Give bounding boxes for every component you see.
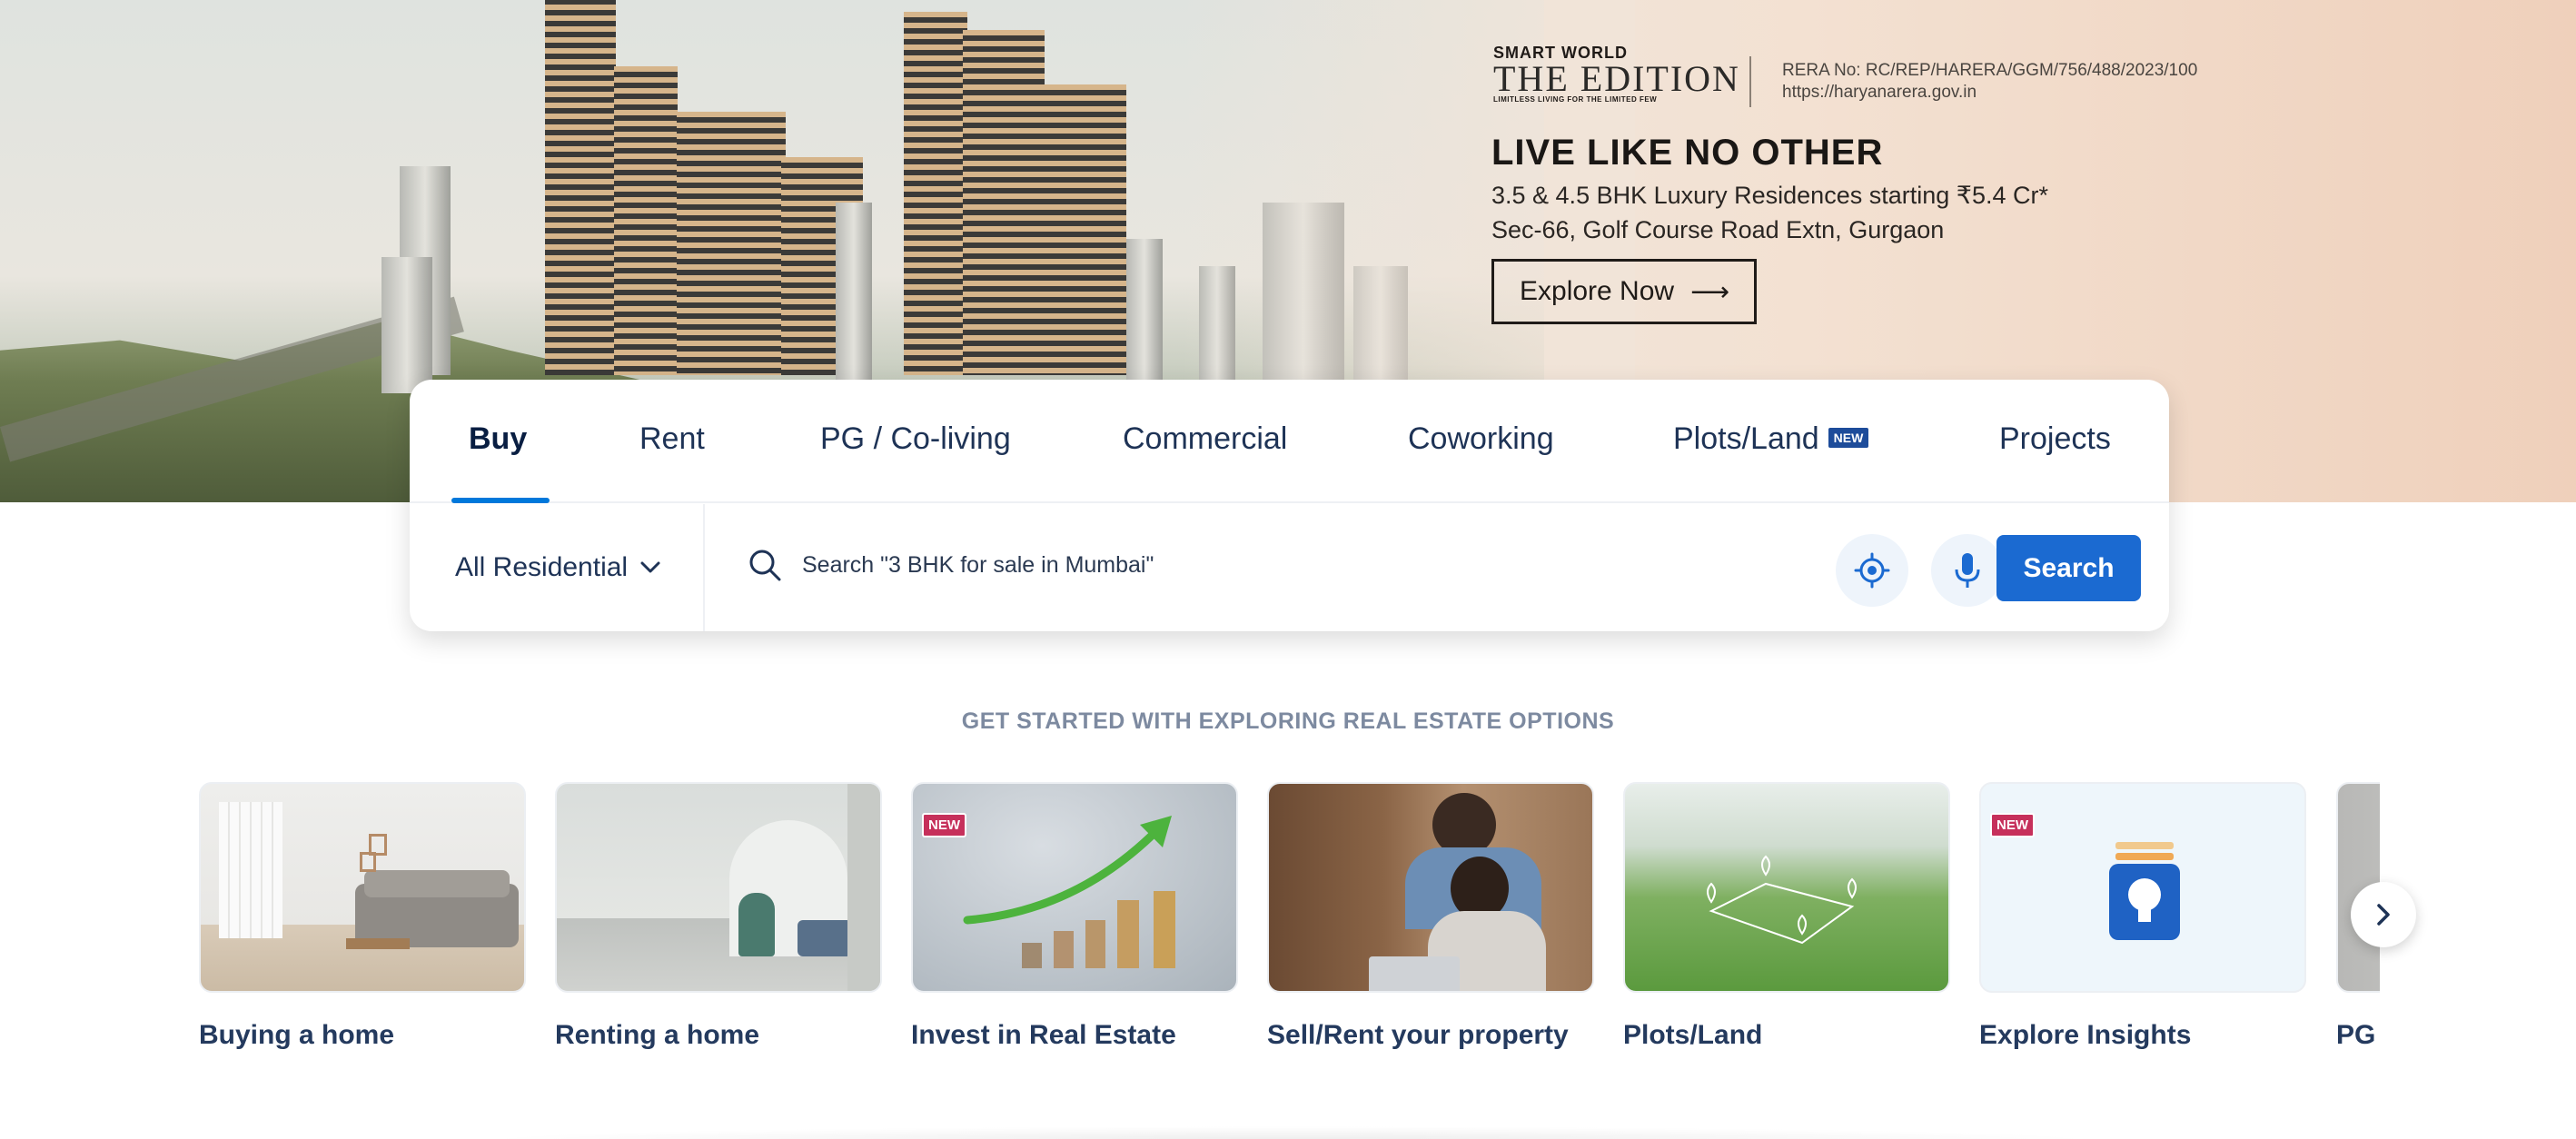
banner-location: Sec-66, Golf Course Road Extn, Gurgaon (1491, 216, 1945, 243)
farmland-image (1623, 782, 1950, 993)
card-explore-insights[interactable]: NEW Explore Insights (1979, 782, 2306, 1051)
property-type-dropdown[interactable]: All Residential (410, 504, 705, 631)
rera-number: RERA No: RC/REP/HARERA/GGM/756/488/2023/… (1782, 61, 2198, 80)
rera-link[interactable]: https://haryanarera.gov.in (1782, 82, 2197, 104)
card-label: Renting a home (555, 1020, 760, 1050)
tab-coworking[interactable]: Coworking (1408, 421, 1554, 457)
insights-image: NEW (1979, 782, 2306, 993)
tower (963, 30, 1045, 375)
search-button[interactable]: Search (1996, 535, 2141, 601)
property-type-value: All Residential (455, 552, 629, 582)
locate-me-icon (1854, 552, 1890, 589)
tower (677, 112, 786, 375)
building (1126, 239, 1163, 393)
chevron-down-icon (640, 561, 660, 573)
tab-plots-land-label: Plots/Land (1673, 421, 1819, 456)
card-label: Explore Insights (1979, 1020, 2192, 1050)
card-label: Sell/Rent your property (1267, 1020, 1569, 1050)
locate-me-button[interactable] (1836, 534, 1908, 607)
tab-rent[interactable]: Rent (639, 421, 705, 457)
tab-commercial[interactable]: Commercial (1123, 421, 1287, 457)
magnifier-icon (749, 550, 781, 581)
tab-pg-co-living[interactable]: PG / Co-living (820, 421, 1011, 457)
card-label: PG and co-living (2336, 1020, 2380, 1050)
next-section-shadow (472, 1126, 2107, 1139)
tower (904, 12, 967, 375)
tower (1040, 84, 1126, 375)
building (836, 203, 872, 384)
search-tabs: Buy Rent PG / Co-living Commercial Cowor… (410, 380, 2169, 503)
card-sell-rent-property[interactable]: Sell/Rent your property (1267, 782, 1594, 1051)
tower (614, 66, 678, 375)
empty-room-image (555, 782, 882, 993)
couple-laptop-image (1267, 782, 1594, 993)
explore-now-label: Explore Now (1520, 276, 1675, 306)
search-card: Buy Rent PG / Co-living Commercial Cowor… (410, 380, 2169, 631)
card-label: Buying a home (199, 1020, 395, 1050)
tab-buy[interactable]: Buy (469, 421, 527, 457)
carousel-next-button[interactable] (2351, 882, 2416, 947)
microphone-icon (1955, 553, 1980, 588)
plot-pins-icon (1707, 855, 1857, 945)
rera-info: RERA No: RC/REP/HARERA/GGM/756/488/2023/… (1782, 60, 2197, 104)
card-label: Plots/Land (1623, 1020, 1763, 1050)
tab-plots-land[interactable]: Plots/Land NEW (1673, 421, 1869, 457)
active-tab-indicator (451, 498, 550, 503)
card-buying-a-home[interactable]: Buying a home (199, 782, 526, 1051)
card-invest-in-real-estate[interactable]: NEW Invest in Real Estate (911, 782, 1238, 1051)
voice-search-button[interactable] (1931, 534, 2004, 607)
divider (1749, 56, 1751, 107)
new-badge: NEW (1828, 428, 1869, 449)
brand-logo: SMART WORLD THE EDITION LIMITLESS LIVING… (1493, 44, 1740, 104)
card-plots-land[interactable]: Plots/Land (1623, 782, 1950, 1051)
banner-subline: 3.5 & 4.5 BHK Luxury Residences starting… (1491, 182, 2048, 209)
explore-now-button[interactable]: Explore Now ⟶ (1491, 259, 1757, 324)
page: SMART WORLD THE EDITION LIMITLESS LIVING… (0, 0, 2576, 1139)
section-title: GET STARTED WITH EXPLORING REAL ESTATE O… (961, 708, 1615, 734)
chevron-right-icon (2377, 904, 2390, 926)
card-label: Invest in Real Estate (911, 1020, 1176, 1050)
banner-headline: LIVE LIKE NO OTHER (1491, 133, 1884, 173)
tower (545, 0, 616, 375)
new-badge: NEW (922, 813, 966, 837)
arrow-right-icon: ⟶ (1690, 276, 1730, 307)
investment-growth-image: NEW (911, 782, 1238, 993)
new-badge: NEW (1990, 813, 2035, 837)
living-room-image (199, 782, 526, 993)
search-input[interactable]: Search "3 BHK for sale in Mumbai" (802, 552, 1154, 579)
tab-projects[interactable]: Projects (1999, 421, 2111, 457)
building (381, 257, 432, 393)
brand-name: THE EDITION (1493, 58, 1740, 99)
card-renting-a-home[interactable]: Renting a home (555, 782, 882, 1051)
